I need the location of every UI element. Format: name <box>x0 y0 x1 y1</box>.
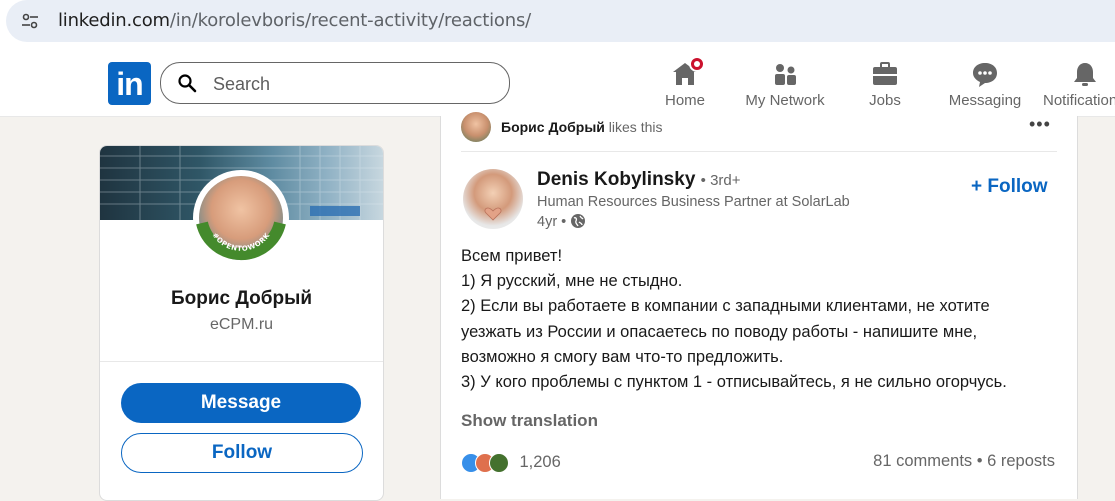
author-headline: Human Resources Business Partner at Sola… <box>537 194 850 210</box>
divider <box>100 361 383 362</box>
message-button[interactable]: Message <box>121 383 361 423</box>
linkedin-logo[interactable]: in <box>108 62 151 105</box>
notification-badge <box>689 56 705 72</box>
nav-messaging[interactable]: Messaging <box>946 60 1024 110</box>
nav-my-network[interactable]: My Network <box>742 60 828 110</box>
post-timestamp: 4yr • <box>537 213 586 230</box>
search-box[interactable] <box>160 62 510 104</box>
post-body: Всем привет! 1) Я русский, мне не стыдно… <box>461 247 1007 392</box>
show-translation-link[interactable]: Show translation <box>461 411 598 431</box>
more-options-icon[interactable]: ••• <box>1029 114 1051 135</box>
nav-home[interactable]: Home <box>658 56 712 110</box>
messaging-icon <box>971 60 999 88</box>
search-icon <box>178 74 197 93</box>
bell-icon <box>1071 60 1099 88</box>
profile-card: #OPENTOWORK Борис Добрый eCPM.ru Message… <box>99 145 384 501</box>
liker-avatar[interactable] <box>461 112 491 142</box>
search-input[interactable] <box>211 72 495 96</box>
profile-subtitle: eCPM.ru <box>209 316 274 333</box>
home-icon <box>671 56 705 88</box>
reaction-count: 1,206 <box>519 452 561 471</box>
reactions-summary[interactable]: 1,206 <box>461 451 561 473</box>
support-reaction-icon <box>489 453 509 473</box>
heart-hands-icon <box>484 207 502 221</box>
activity-header: Борис Добрый likes this <box>501 119 663 135</box>
divider <box>461 151 1057 152</box>
site-settings-icon[interactable] <box>20 11 40 31</box>
nav-jobs[interactable]: Jobs <box>862 60 908 110</box>
globe-icon <box>571 214 586 228</box>
network-icon <box>771 60 799 88</box>
profile-follow-button[interactable]: Follow <box>121 433 363 473</box>
profile-avatar[interactable]: #OPENTOWORK <box>193 170 289 266</box>
browser-address-bar: linkedin.com/in/korolevboris/recent-acti… <box>0 0 1115 50</box>
nav-notifications[interactable]: Notification <box>1043 60 1115 110</box>
comments-reposts-count[interactable]: 81 comments • 6 reposts <box>873 452 1055 471</box>
url-text: linkedin.com/in/korolevboris/recent-acti… <box>58 10 531 31</box>
open-to-work-badge: #OPENTOWORK <box>196 221 286 261</box>
follow-author-button[interactable]: + Follow <box>971 176 1048 198</box>
profile-name[interactable]: Борис Добрый <box>100 288 383 310</box>
feed-post-card: Борис Добрый likes this ••• Denis Kobyli… <box>440 112 1078 499</box>
briefcase-icon <box>871 60 899 88</box>
author-name[interactable]: Denis Kobylinsky • 3rd+ <box>537 169 741 191</box>
url-field[interactable]: linkedin.com/in/korolevboris/recent-acti… <box>6 0 1115 42</box>
reaction-icons <box>461 451 513 473</box>
top-navigation: in Home My Network Jobs Messaging <box>0 50 1115 117</box>
